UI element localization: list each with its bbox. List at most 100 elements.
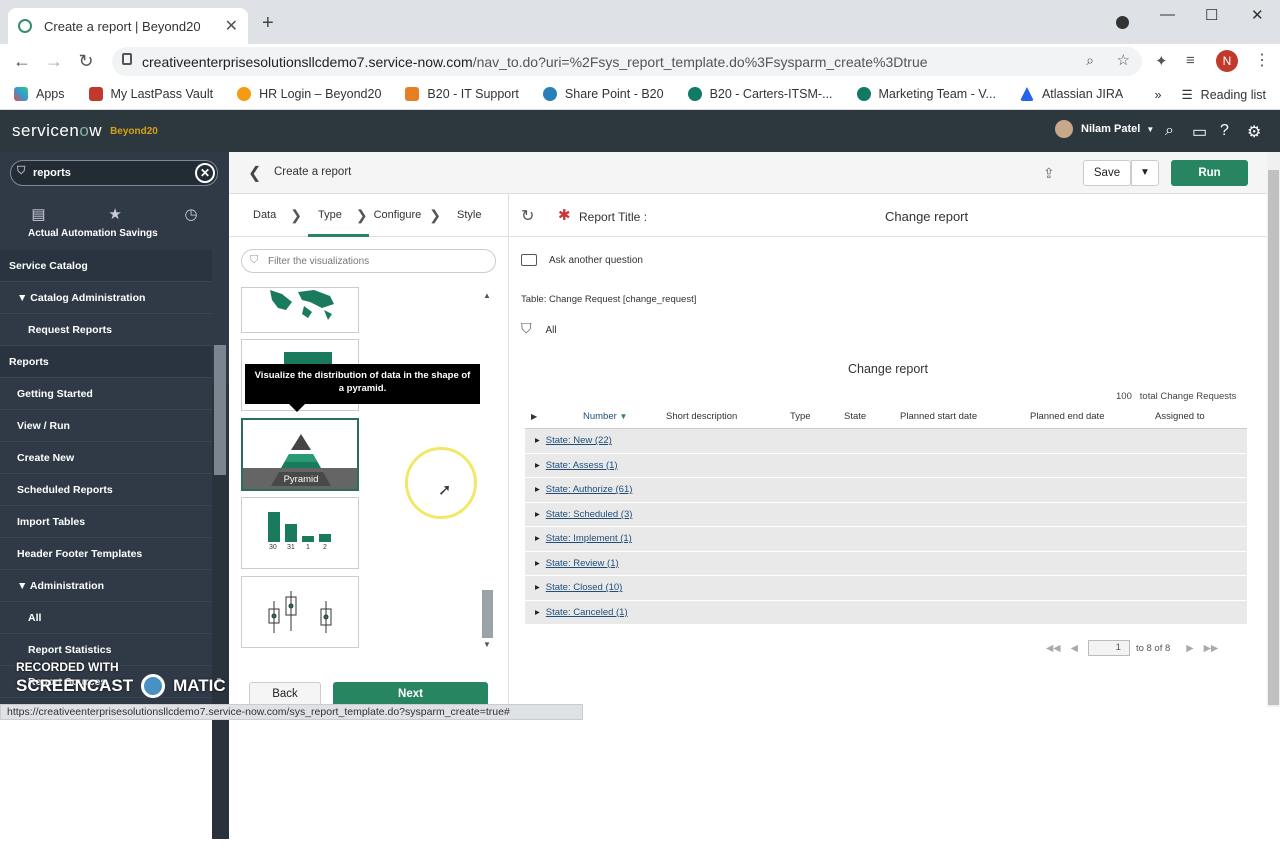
- sidebar-item[interactable]: ▼ Catalog Administration: [0, 282, 212, 314]
- col-planned-end[interactable]: Planned end date: [1030, 411, 1155, 422]
- extensions-icon[interactable]: ✦: [1155, 52, 1168, 70]
- close-window-icon[interactable]: ✕: [1251, 6, 1264, 24]
- col-number[interactable]: Number ▼: [583, 411, 666, 422]
- reload-icon[interactable]: ↻: [70, 51, 102, 72]
- expand-all-icon[interactable]: ▶: [525, 412, 583, 421]
- group-label[interactable]: State: Assess (1): [546, 460, 618, 471]
- bookmark-carters[interactable]: B20 - Carters-ITSM-...: [687, 87, 833, 101]
- gear-icon[interactable]: ⚙: [1247, 122, 1261, 142]
- group-row[interactable]: ▸ State: Implement (1): [525, 527, 1247, 552]
- navigator-filter-input[interactable]: ⛉ reports ✕: [10, 160, 218, 186]
- group-label[interactable]: State: Authorize (61): [546, 484, 633, 495]
- sidebar-item[interactable]: Getting Started: [0, 378, 212, 410]
- nav-partial-item[interactable]: Actual Automation Savings: [28, 228, 158, 239]
- sidebar-item[interactable]: View / Run: [0, 410, 212, 442]
- bookmark-lastpass[interactable]: My LastPass Vault: [88, 87, 213, 101]
- group-row[interactable]: ▸ State: New (22): [525, 429, 1247, 454]
- new-tab-icon[interactable]: +: [262, 12, 274, 35]
- user-menu[interactable]: Nilam Patel ▼: [1055, 120, 1154, 138]
- group-label[interactable]: State: New (22): [546, 435, 612, 446]
- help-icon[interactable]: ?: [1220, 122, 1229, 140]
- sidebar-item[interactable]: Header Footer Templates: [0, 538, 212, 570]
- bookmark-jira[interactable]: Atlassian JIRA: [1019, 87, 1123, 101]
- save-options-caret[interactable]: ▼: [1131, 160, 1159, 186]
- col-assigned-to[interactable]: Assigned to: [1155, 411, 1205, 422]
- sidebar-item[interactable]: All: [0, 602, 212, 634]
- col-planned-start[interactable]: Planned start date: [900, 411, 1030, 422]
- expand-group-icon[interactable]: ▸: [535, 460, 540, 471]
- minimize-icon[interactable]: —: [1160, 6, 1175, 23]
- favorites-tab-icon[interactable]: ★: [108, 205, 121, 223]
- group-row[interactable]: ▸ State: Closed (10): [525, 576, 1247, 601]
- expand-group-icon[interactable]: ▸: [535, 484, 540, 495]
- sidebar-item[interactable]: Scheduled Reports: [0, 474, 212, 506]
- group-row[interactable]: ▸ State: Scheduled (3): [525, 502, 1247, 527]
- scroll-down-icon[interactable]: ▼: [483, 640, 491, 649]
- tab-configure[interactable]: Configure: [374, 209, 422, 221]
- visualization-scroll-thumb[interactable]: [482, 590, 493, 638]
- sidebar-item[interactable]: Service Catalog: [0, 250, 212, 282]
- reading-list[interactable]: » ☰ Reading list: [1155, 87, 1267, 103]
- group-label[interactable]: State: Scheduled (3): [546, 509, 633, 520]
- tab-type[interactable]: Type: [318, 209, 342, 221]
- group-label[interactable]: State: Canceled (1): [546, 607, 628, 618]
- first-page-icon[interactable]: ◀◀: [1046, 643, 1061, 654]
- col-short-description[interactable]: Short description: [666, 411, 790, 422]
- col-state[interactable]: State: [844, 411, 900, 422]
- prev-page-icon[interactable]: ◀: [1071, 643, 1078, 654]
- sidebar-item[interactable]: Import Tables: [0, 506, 212, 538]
- sidebar-scroll-thumb[interactable]: [214, 345, 226, 475]
- clear-filter-icon[interactable]: ✕: [195, 163, 215, 183]
- history-tab-icon[interactable]: ◷: [185, 205, 198, 223]
- bookmark-star-icon[interactable]: ☆: [1117, 51, 1130, 69]
- bookmark-hr-login[interactable]: HR Login – Beyond20: [237, 87, 381, 101]
- viz-card-pyramid[interactable]: Pyramid: [241, 418, 359, 491]
- expand-group-icon[interactable]: ▸: [535, 509, 540, 520]
- viz-card-box[interactable]: [241, 576, 359, 648]
- share-icon[interactable]: ⇪: [1043, 165, 1055, 182]
- more-bookmarks-icon[interactable]: »: [1155, 88, 1162, 102]
- forward-icon[interactable]: →: [38, 51, 70, 72]
- maximize-icon[interactable]: ☐: [1205, 6, 1218, 24]
- tab-style[interactable]: Style: [457, 209, 481, 221]
- expand-group-icon[interactable]: ▸: [535, 607, 540, 618]
- sidebar-item[interactable]: ▼ Administration: [0, 570, 212, 602]
- save-button[interactable]: Save: [1083, 160, 1131, 186]
- next-button[interactable]: Next: [333, 682, 488, 706]
- condition-filter[interactable]: ⛉ All: [521, 320, 557, 337]
- zoom-icon[interactable]: ⌕: [1086, 52, 1094, 69]
- back-icon[interactable]: ←: [6, 51, 38, 72]
- col-type[interactable]: Type: [790, 411, 844, 422]
- media-control-icon[interactable]: [1116, 16, 1129, 29]
- all-apps-tab-icon[interactable]: ▤: [31, 205, 45, 223]
- group-label[interactable]: State: Implement (1): [546, 533, 632, 544]
- back-arrow-icon[interactable]: ❮: [248, 163, 261, 183]
- group-row[interactable]: ▸ State: Assess (1): [525, 453, 1247, 478]
- group-row[interactable]: ▸ State: Review (1): [525, 551, 1247, 576]
- sidebar-item[interactable]: Request Reports: [0, 314, 212, 346]
- search-icon[interactable]: ⌕: [1165, 122, 1174, 140]
- servicenow-logo[interactable]: servicenow: [12, 121, 102, 141]
- next-page-icon[interactable]: ▶: [1186, 643, 1193, 654]
- viz-card-map[interactable]: [241, 287, 359, 333]
- profile-avatar[interactable]: N: [1216, 50, 1238, 72]
- bookmark-it-support[interactable]: B20 - IT Support: [405, 87, 519, 101]
- group-row[interactable]: ▸ State: Authorize (61): [525, 478, 1247, 503]
- main-scroll-thumb[interactable]: [1268, 170, 1279, 705]
- visualization-filter-input[interactable]: ⛉ Filter the visualizations: [241, 249, 496, 273]
- media-list-icon[interactable]: ≡: [1186, 52, 1195, 69]
- sidebar-item[interactable]: Create New: [0, 442, 212, 474]
- bookmark-marketing[interactable]: Marketing Team - V...: [856, 87, 996, 101]
- group-label[interactable]: State: Closed (10): [546, 582, 623, 593]
- back-button[interactable]: Back: [249, 682, 321, 706]
- scroll-up-icon[interactable]: ▲: [483, 291, 491, 300]
- bookmark-apps[interactable]: Apps: [14, 87, 65, 101]
- group-row[interactable]: ▸ State: Canceled (1): [525, 600, 1247, 625]
- report-title-input[interactable]: Change report: [885, 209, 968, 224]
- ask-another-question[interactable]: Ask another question: [521, 254, 643, 266]
- tab-data[interactable]: Data: [253, 209, 276, 221]
- viz-card-bar[interactable]: 30 31 1 2: [241, 497, 359, 569]
- expand-group-icon[interactable]: ▸: [535, 435, 540, 446]
- browser-tab[interactable]: Create a report | Beyond20 ✕: [8, 8, 248, 44]
- expand-group-icon[interactable]: ▸: [535, 582, 540, 593]
